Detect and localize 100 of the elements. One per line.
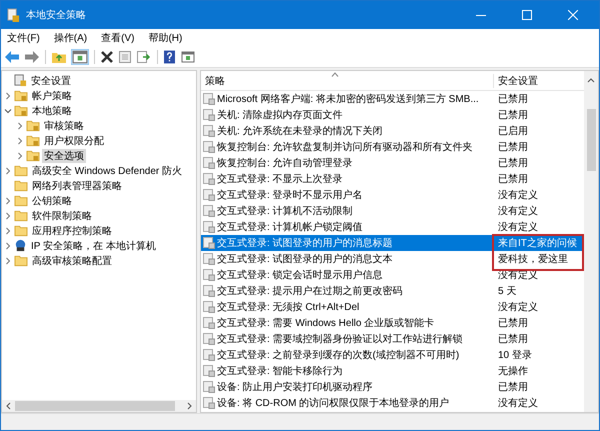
- policy-row[interactable]: 交互式登录: 登录时不显示用户名 没有定义: [201, 187, 584, 203]
- policy-row[interactable]: 交互式登录: 不显示上次登录 已禁用: [201, 171, 584, 187]
- tree-item[interactable]: 应用程序控制策略: [30, 224, 114, 238]
- expand-chevron-icon[interactable]: [4, 212, 12, 220]
- policy-row[interactable]: 恢复控制台: 允许自动管理登录 已禁用: [201, 155, 584, 171]
- security-setting: 已禁用: [497, 108, 529, 122]
- tree-item[interactable]: 本地策略: [30, 104, 74, 118]
- folder-up-icon[interactable]: [52, 51, 66, 63]
- expand-chevron-icon[interactable]: [4, 226, 12, 234]
- tree-item[interactable]: 用户权限分配: [42, 134, 106, 148]
- collapse-chevron-icon[interactable]: [4, 106, 12, 114]
- sort-caret-icon: [331, 72, 339, 77]
- policy-icon: [203, 221, 215, 233]
- expand-chevron-icon[interactable]: [4, 166, 12, 174]
- expand-chevron-icon[interactable]: [16, 152, 24, 160]
- policy-name: 恢复控制台: 允许自动管理登录: [217, 156, 354, 170]
- menu-item[interactable]: 操作(A): [54, 31, 88, 45]
- policy-name: 交互式登录: 不显示上次登录: [217, 172, 344, 186]
- menu-item[interactable]: 文件(F): [7, 31, 40, 45]
- help-icon[interactable]: [164, 50, 175, 64]
- policy-icon: [203, 125, 215, 137]
- forward-arrow-icon[interactable]: [25, 51, 39, 63]
- vertical-scrollbar[interactable]: [584, 71, 598, 412]
- locked-folder-icon: [26, 134, 40, 147]
- policy-icon: [203, 349, 215, 361]
- policy-icon: [203, 285, 215, 297]
- scroll-left-icon[interactable]: [5, 402, 11, 410]
- policy-row[interactable]: 交互式登录: 之前登录到缓存的次数(域控制器不可用时) 10 登录: [201, 347, 584, 363]
- policy-icon: [203, 173, 215, 185]
- expand-chevron-icon[interactable]: [16, 122, 24, 130]
- policy-row[interactable]: 交互式登录: 提示用户在过期之前更改密码 5 天: [201, 283, 584, 299]
- policy-row[interactable]: 交互式登录: 试图登录的用户的消息标题 来自IT之家的问候: [201, 235, 584, 251]
- security-setting: 已禁用: [497, 172, 529, 186]
- column-header[interactable]: 策略: [201, 74, 493, 88]
- tree-item[interactable]: 安全选项: [42, 148, 86, 162]
- policy-icon: [203, 141, 215, 153]
- security-setting: 已禁用: [497, 316, 529, 330]
- security-setting: 已禁用: [497, 140, 529, 154]
- policy-name: 交互式登录: 锁定会话时显示用户信息: [217, 268, 384, 282]
- policy-row[interactable]: 交互式登录: 智能卡移除行为 无操作: [201, 363, 584, 379]
- policy-row[interactable]: Microsoft 网络客户端: 将未加密的密码发送到第三方 SMB... 已禁用: [201, 91, 584, 107]
- close-icon[interactable]: [568, 10, 578, 20]
- scrollbar-thumb[interactable]: [586, 109, 596, 171]
- policy-row[interactable]: 设备: 防止用户安装打印机驱动程序 已禁用: [201, 379, 584, 395]
- expand-chevron-icon[interactable]: [16, 136, 24, 144]
- window-title: 本地安全策略: [26, 8, 86, 22]
- policy-row[interactable]: 交互式登录: 无须按 Ctrl+Alt+Del 没有定义: [201, 299, 584, 315]
- policy-row[interactable]: 交互式登录: 需要域控制器身份验证以对工作站进行解锁 已禁用: [201, 331, 584, 347]
- tree-item[interactable]: 网络列表管理器策略: [30, 178, 124, 192]
- policy-row[interactable]: 恢复控制台: 允许软盘复制并访问所有驱动器和所有文件夹 已禁用: [201, 139, 584, 155]
- policy-row[interactable]: 交互式登录: 计算机帐户锁定阈值 没有定义: [201, 219, 584, 235]
- security-setting: 爱科技，爱这里: [497, 252, 569, 266]
- menu-item[interactable]: 查看(V): [101, 31, 134, 45]
- tree-item[interactable]: 高级审核策略配置: [30, 254, 114, 268]
- policy-row[interactable]: 交互式登录: 试图登录的用户的消息文本 爱科技，爱这里: [201, 251, 584, 267]
- back-arrow-icon[interactable]: [5, 51, 19, 63]
- tree-item[interactable]: 软件限制策略: [30, 208, 94, 222]
- console-window-icon[interactable]: [181, 51, 195, 63]
- network-computer-icon: [14, 239, 27, 252]
- policy-name: 交互式登录: 智能卡移除行为: [217, 364, 344, 378]
- policy-icon: [203, 205, 215, 217]
- console-tree-icon[interactable]: [72, 50, 88, 64]
- tree-item[interactable]: 审核策略: [42, 118, 86, 132]
- expand-chevron-icon[interactable]: [4, 196, 12, 204]
- policy-row[interactable]: 关机: 允许系统在未登录的情况下关闭 已启用: [201, 123, 584, 139]
- policy-row[interactable]: 设备: 将 CD-ROM 的访问权限仅限于本地登录的用户 没有定义: [201, 395, 584, 411]
- expand-chevron-icon[interactable]: [4, 256, 12, 264]
- maximize-icon[interactable]: [522, 10, 532, 20]
- policy-name: 交互式登录: 需要域控制器身份验证以对工作站进行解锁: [217, 332, 464, 346]
- policy-icon: [203, 93, 215, 105]
- scroll-right-icon[interactable]: [187, 402, 193, 410]
- menu-item[interactable]: 帮助(H): [148, 31, 182, 45]
- expand-chevron-icon[interactable]: [4, 92, 12, 100]
- folder-icon: [14, 254, 28, 267]
- tree-item[interactable]: 帐户策略: [30, 88, 74, 102]
- security-setting: 已启用: [497, 124, 529, 138]
- scrollbar-thumb[interactable]: [15, 401, 175, 411]
- shield-document-icon: [14, 74, 27, 87]
- policy-icon: [203, 269, 215, 281]
- policy-icon: [203, 301, 215, 313]
- policy-name: 设备: 将 CD-ROM 的访问权限仅限于本地登录的用户: [217, 396, 450, 410]
- tree-item[interactable]: IP 安全策略，在 本地计算机: [29, 238, 158, 252]
- locked-folder-icon: [14, 104, 28, 117]
- export-list-icon[interactable]: [137, 51, 151, 63]
- security-setting: 无操作: [497, 365, 529, 378]
- policy-row[interactable]: 交互式登录: 需要 Windows Hello 企业版或智能卡 已禁用: [201, 315, 584, 331]
- tree-item[interactable]: 公钥策略: [30, 194, 74, 208]
- expand-chevron-icon[interactable]: [4, 242, 12, 250]
- scroll-up-icon[interactable]: [587, 77, 595, 83]
- properties-icon[interactable]: [119, 51, 131, 63]
- tree-item[interactable]: 安全设置: [29, 74, 73, 88]
- horizontal-scrollbar[interactable]: [2, 400, 196, 412]
- folder-icon: [14, 194, 28, 207]
- policy-row[interactable]: 关机: 清除虚拟内存页面文件 已禁用: [201, 107, 584, 123]
- policy-row[interactable]: 交互式登录: 计算机不活动限制 没有定义: [201, 203, 584, 219]
- policy-name: 交互式登录: 计算机不活动限制: [217, 204, 354, 218]
- tree-item[interactable]: 高级安全 Windows Defender 防火: [30, 164, 184, 178]
- folder-icon: [14, 164, 28, 177]
- security-setting: 没有定义: [497, 396, 539, 410]
- delete-icon[interactable]: [101, 51, 113, 63]
